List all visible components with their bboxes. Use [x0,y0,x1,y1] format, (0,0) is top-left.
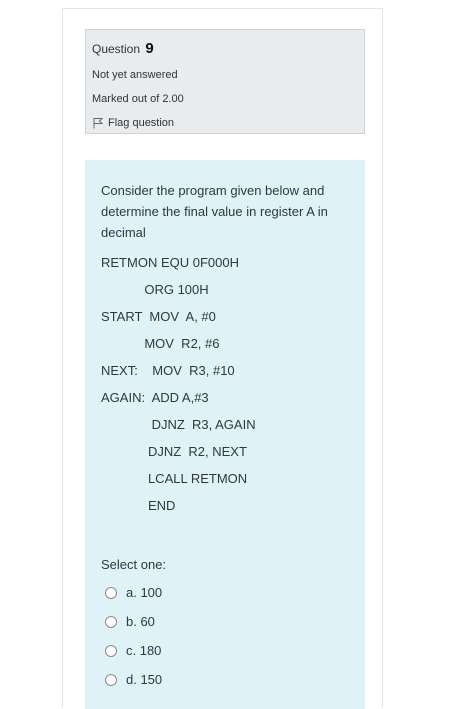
code-line: RETMON EQU 0F000H [101,255,239,270]
code-line: END [101,498,176,513]
option-label: c. 180 [126,643,162,658]
question-number-label: Question 9 [92,40,356,57]
marks-label: Marked out of 2.00 [92,93,184,105]
question-number: 9 [145,40,154,57]
program-code: RETMON EQU 0F000H ORG 100H START MOV A, … [101,249,365,519]
radio-button[interactable] [105,586,117,599]
flag-question-link[interactable]: Flag question [92,117,356,129]
code-line: START MOV A, #0 [101,309,216,324]
answer-options: a. 100 b. 60 c. 180 d. 150 [101,578,365,694]
question-card: Question 9 Not yet answered Marked out o… [62,8,383,709]
code-line: MOV R2, #6 [101,336,220,351]
code-line: NEXT: MOV R3, #10 [101,363,235,378]
option-label: a. 100 [126,585,163,600]
code-line: LCALL RETMON [101,471,248,486]
code-line: AGAIN: ADD A,#3 [101,390,209,405]
radio-button[interactable] [105,673,117,686]
code-line: DJNZ R3, AGAIN [101,417,256,432]
question-text: Consider the program given below and det… [101,183,328,240]
radio-button[interactable] [105,644,117,657]
option-d[interactable]: d. 150 [105,665,365,694]
select-one-prompt: Select one: [101,557,167,572]
flag-icon [92,117,104,129]
option-label: b. 60 [126,614,155,629]
flag-question-label: Flag question [108,117,175,129]
option-c[interactable]: c. 180 [105,636,365,665]
answer-status: Not yet answered [92,69,178,81]
radio-button[interactable] [105,615,117,628]
code-line: DJNZ R2, NEXT [101,444,247,459]
option-b[interactable]: b. 60 [105,607,365,636]
question-prefix: Question [92,42,141,56]
question-content: Consider the program given below and det… [85,160,365,709]
option-label: d. 150 [126,672,163,687]
code-line: ORG 100H [101,282,209,297]
question-info-panel: Question 9 Not yet answered Marked out o… [85,29,365,134]
option-a[interactable]: a. 100 [105,578,365,607]
